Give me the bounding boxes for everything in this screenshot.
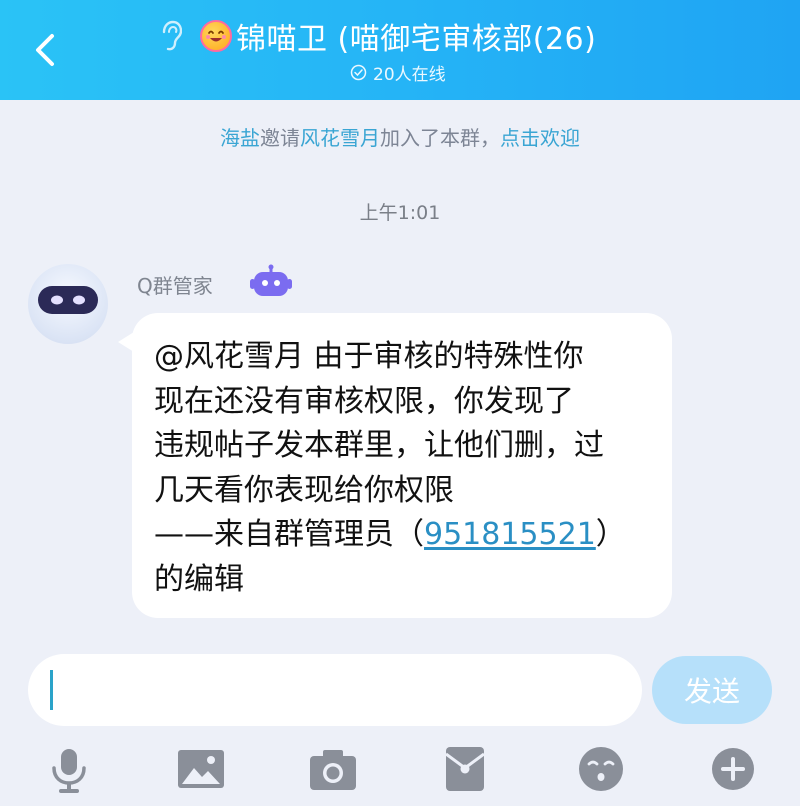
signature-line: ——来自群管理员（951815521） (154, 513, 650, 558)
signature-suffix: ） (595, 517, 626, 552)
microphone-icon[interactable] (44, 744, 94, 794)
invitee-link[interactable]: 风花雪月 (300, 126, 380, 150)
red-packet-icon[interactable] (440, 744, 490, 794)
plus-icon[interactable] (708, 744, 758, 794)
join-notice: 海盐邀请风花雪月加入了本群，点击欢迎 (0, 122, 800, 151)
send-button[interactable]: 发送 (652, 656, 772, 724)
text-caret (50, 670, 53, 710)
chat-title: 锦喵卫 (喵御宅审核部(26) (236, 22, 597, 57)
input-toolbar (0, 740, 800, 806)
message-line: 违规帖子发本群里，让他们删，过 (154, 428, 604, 463)
group-emoji-icon (200, 20, 232, 52)
ear-icon[interactable] (160, 20, 182, 52)
online-status[interactable]: 20人在线 (350, 60, 446, 85)
online-count: 20人在线 (373, 65, 446, 85)
inviter-link[interactable]: 海盐 (220, 126, 260, 150)
robot-icon (250, 264, 292, 296)
welcome-link[interactable]: 点击欢迎 (500, 126, 580, 150)
signature-prefix: ——来自群管理员（ (154, 517, 424, 552)
message-line: 现在还没有审核权限，你发现了 (154, 383, 574, 419)
bot-avatar[interactable] (28, 264, 108, 344)
message-line: 的编辑 (154, 561, 244, 597)
emoji-icon[interactable] (576, 744, 626, 794)
back-icon[interactable] (28, 30, 64, 70)
message-line: @风花雪月 由于审核的特殊性你 (154, 339, 584, 374)
admin-id-link[interactable]: 951815521 (424, 517, 596, 552)
title-row[interactable]: 锦喵卫 (喵御宅审核部(26) (160, 16, 597, 57)
chat-header: 锦喵卫 (喵御宅审核部(26) 20人在线 (0, 0, 800, 100)
chat-screen: 锦喵卫 (喵御宅审核部(26) 20人在线 海盐邀请风花雪月加入了本群，点击欢迎… (0, 0, 800, 806)
online-check-icon (350, 64, 367, 81)
camera-icon[interactable] (308, 744, 358, 794)
message-bubble[interactable]: @风花雪月 由于审核的特殊性你 现在还没有审核权限，你发现了 违规帖子发本群里，… (132, 313, 672, 618)
message-input[interactable] (28, 654, 642, 726)
image-icon[interactable] (176, 744, 226, 794)
message-line: 几天看你表现给你权限 (154, 472, 454, 508)
message-timestamp: 上午1:01 (359, 202, 441, 224)
notice-verb: 邀请 (260, 126, 300, 150)
sender-name[interactable]: Q群管家 (137, 270, 213, 299)
notice-suffix: 加入了本群， (380, 126, 500, 150)
